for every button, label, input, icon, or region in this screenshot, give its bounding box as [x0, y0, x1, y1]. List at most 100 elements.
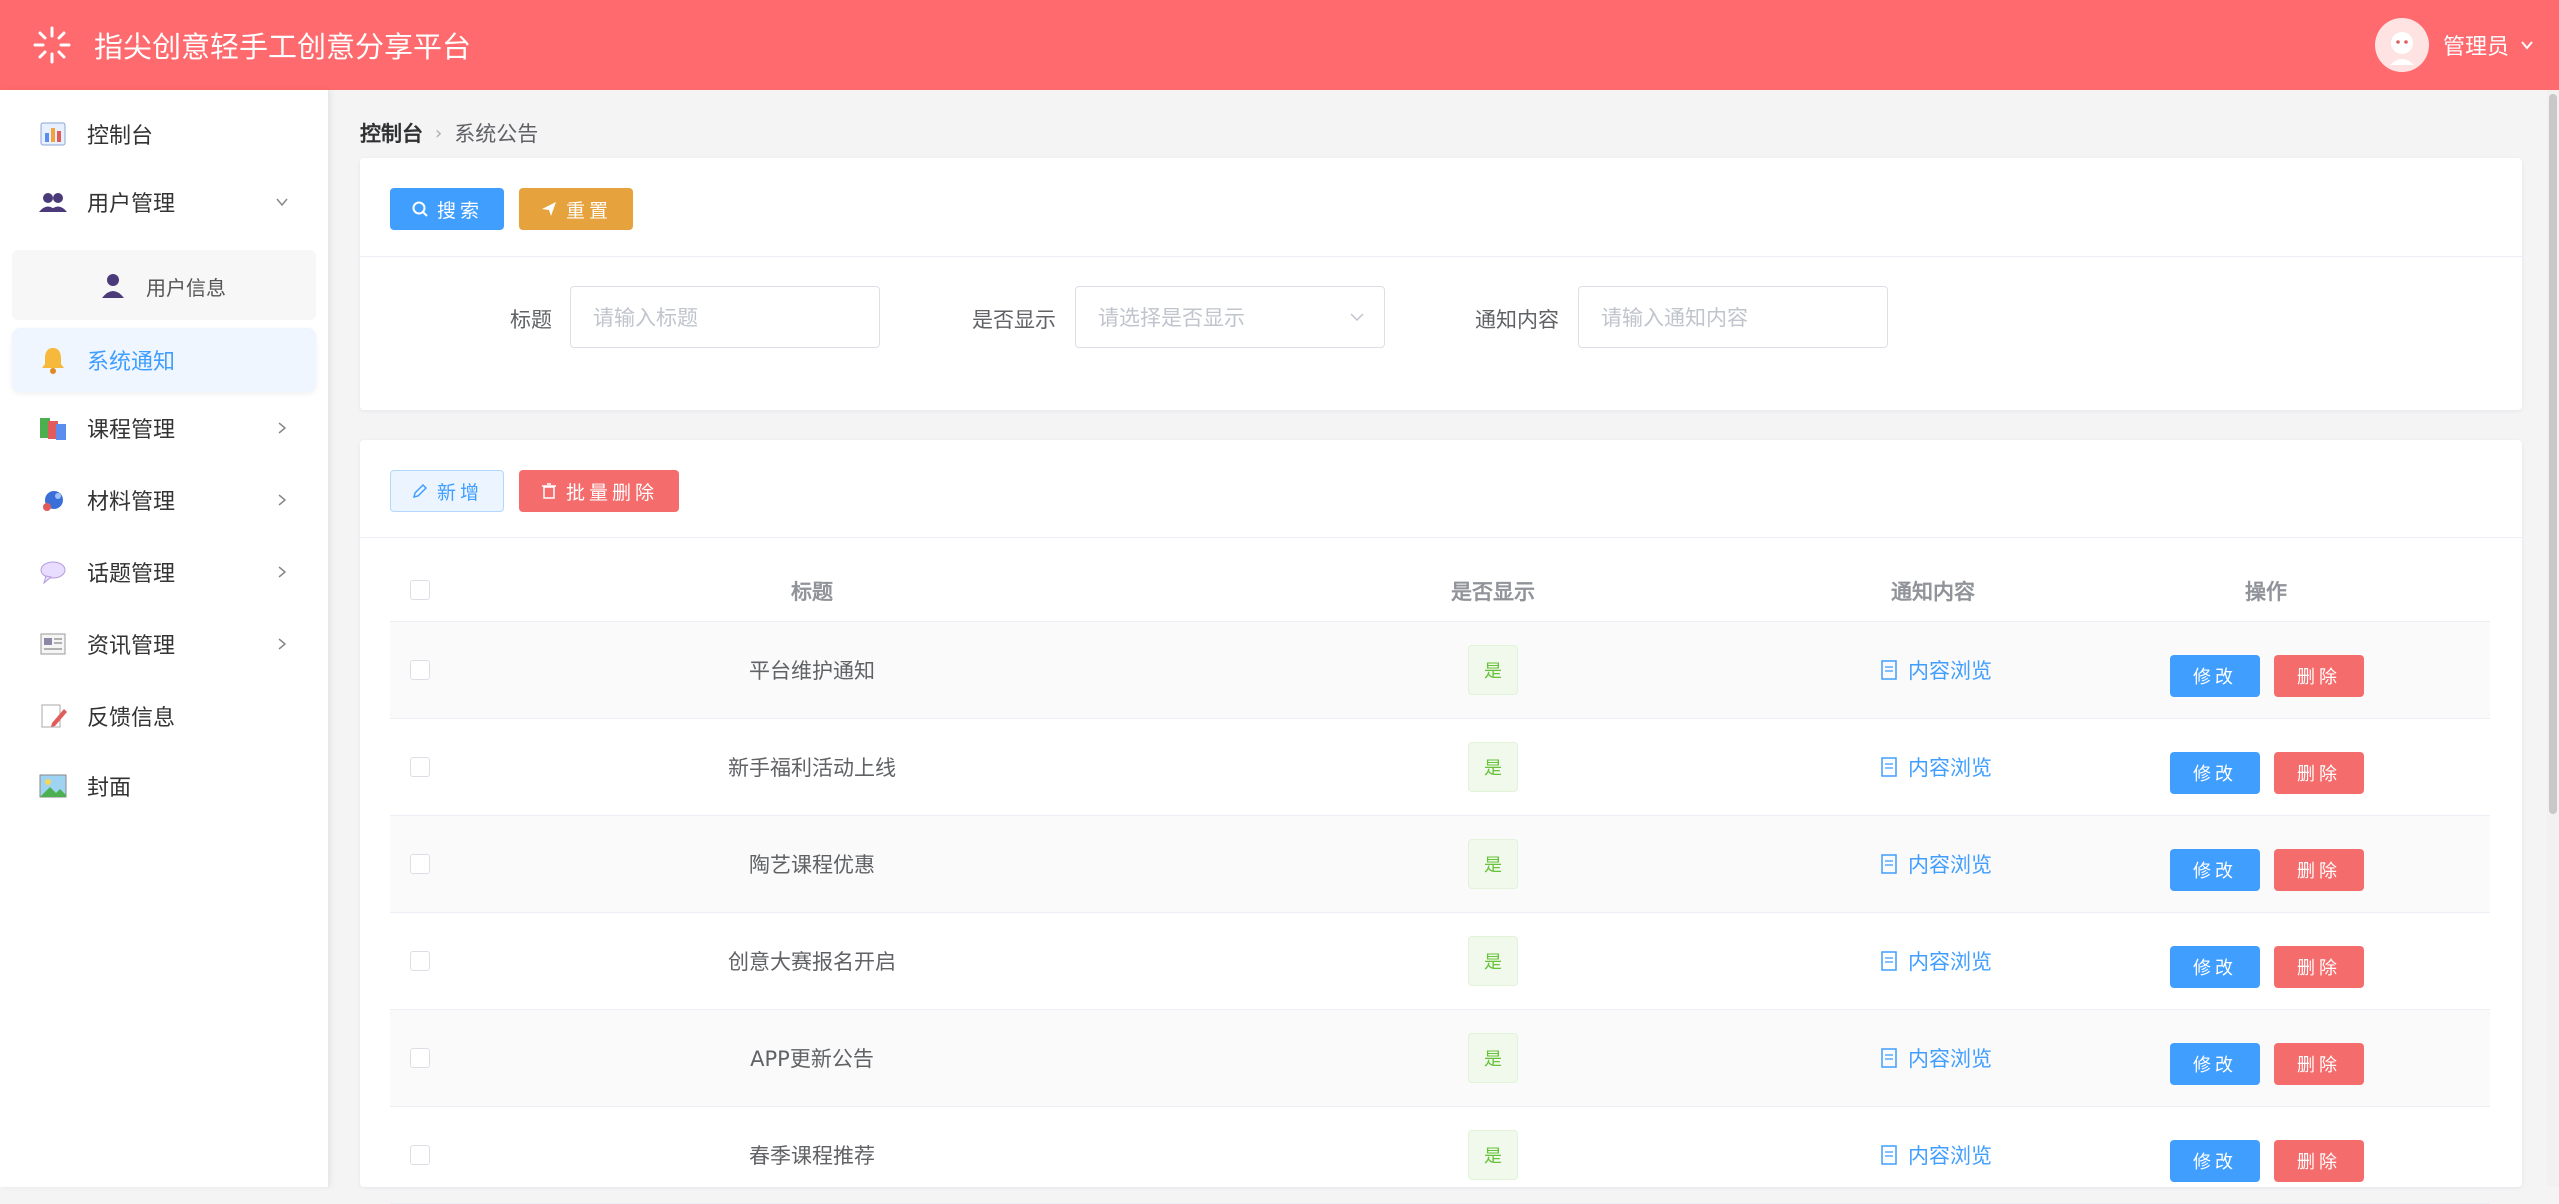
delete-button[interactable]: 删除	[2274, 1043, 2364, 1085]
view-content-link[interactable]: 内容浏览	[1880, 1140, 1992, 1170]
table-row: APP更新公告 是 内容浏览 修改 删除	[390, 1010, 2490, 1107]
sidebar-item-system-notice[interactable]: 系统通知	[12, 328, 316, 392]
row-checkbox[interactable]	[410, 854, 430, 874]
row-title: 新手福利活动上线	[728, 756, 896, 780]
row-title: 平台维护通知	[749, 659, 875, 683]
breadcrumb-home[interactable]: 控制台	[360, 118, 423, 148]
users-icon	[39, 193, 67, 212]
row-title: 陶艺课程优惠	[749, 853, 875, 877]
dashboard-icon	[40, 122, 66, 146]
send-icon	[541, 202, 556, 216]
batch-delete-button-label: 批量删除	[565, 481, 658, 504]
breadcrumb-separator: ›	[435, 122, 443, 144]
table-row: 平台维护通知 是 内容浏览 修改 删除	[390, 622, 2490, 719]
sidebar: 控制台 用户管理 用户信息 系统通知 课程管理 材料管理 话题管理 资讯管理 反…	[0, 90, 329, 1187]
table-row: 春季课程推荐 是 内容浏览 修改 删除	[390, 1107, 2490, 1204]
sidebar-item-label: 用户信息	[146, 276, 226, 300]
show-select[interactable]: 请选择是否显示	[1075, 286, 1385, 348]
search-icon	[412, 201, 428, 217]
edit-button[interactable]: 修改	[2170, 655, 2260, 697]
material-icon	[43, 491, 63, 511]
chevron-down-icon[interactable]	[2519, 37, 2535, 53]
content-search-input[interactable]: 请输入通知内容	[1578, 286, 1888, 348]
table-header: 标题 是否显示 通知内容 操作	[390, 558, 2490, 622]
user-name[interactable]: 管理员	[2443, 29, 2509, 61]
view-content-label: 内容浏览	[1908, 1144, 1992, 1168]
show-badge: 是	[1468, 742, 1518, 792]
logo-icon	[33, 26, 71, 64]
scrollbar-thumb[interactable]	[2549, 94, 2557, 814]
view-content-label: 内容浏览	[1908, 853, 1992, 877]
chevron-right-icon	[278, 638, 287, 650]
view-content-link[interactable]: 内容浏览	[1880, 655, 1992, 685]
view-content-label: 内容浏览	[1908, 950, 1992, 974]
add-button[interactable]: 新增	[390, 470, 504, 512]
sidebar-item-dashboard[interactable]: 控制台	[12, 102, 316, 166]
sidebar-item-cover[interactable]: 封面	[12, 754, 316, 818]
table-panel: 新增 批量删除 标题 是否显示 通知内容 操作 平台维护通知 是 内容浏览 修改…	[360, 440, 2522, 1204]
sidebar-item-label: 封面	[87, 776, 132, 801]
row-title: APP更新公告	[750, 1047, 874, 1071]
view-content-link[interactable]: 内容浏览	[1880, 946, 1992, 976]
search-button-label: 搜索	[436, 199, 483, 222]
table-row: 陶艺课程优惠 是 内容浏览 修改 删除	[390, 816, 2490, 913]
delete-button[interactable]: 删除	[2274, 849, 2364, 891]
view-content-link[interactable]: 内容浏览	[1880, 849, 1992, 879]
header-show: 是否显示	[1451, 580, 1535, 604]
view-content-link[interactable]: 内容浏览	[1880, 752, 1992, 782]
row-checkbox[interactable]	[410, 951, 430, 971]
delete-button[interactable]: 删除	[2274, 655, 2364, 697]
content-search-placeholder: 请输入通知内容	[1601, 306, 1748, 330]
sidebar-item-user-info[interactable]: 用户信息	[12, 250, 316, 320]
row-checkbox[interactable]	[410, 1048, 430, 1068]
sidebar-item-label: 材料管理	[87, 490, 176, 515]
edit-button[interactable]: 修改	[2170, 1043, 2260, 1085]
edit-button[interactable]: 修改	[2170, 946, 2260, 988]
sidebar-item-label: 用户管理	[87, 192, 176, 217]
edit-pen-icon	[412, 483, 428, 499]
document-icon	[1881, 854, 1897, 874]
select-all-checkbox[interactable]	[410, 580, 430, 600]
view-content-label: 内容浏览	[1908, 1047, 1992, 1071]
delete-button[interactable]: 删除	[2274, 752, 2364, 794]
sidebar-item-topic-management[interactable]: 话题管理	[12, 540, 316, 604]
chevron-down-icon	[1350, 313, 1364, 322]
chevron-right-icon	[278, 494, 287, 506]
sidebar-item-material-management[interactable]: 材料管理	[12, 468, 316, 532]
chevron-right-icon	[278, 566, 287, 578]
view-content-link[interactable]: 内容浏览	[1880, 1043, 1992, 1073]
edit-button[interactable]: 修改	[2170, 752, 2260, 794]
edit-button[interactable]: 修改	[2170, 849, 2260, 891]
user-menu[interactable]: 管理员	[2374, 18, 2535, 72]
batch-delete-button[interactable]: 批量删除	[519, 470, 679, 512]
chat-bubble-icon	[40, 561, 66, 585]
sidebar-item-label: 话题管理	[87, 562, 176, 587]
show-filter-label: 是否显示	[972, 308, 1056, 332]
title-search-input[interactable]: 请输入标题	[570, 286, 880, 348]
feedback-icon	[41, 704, 67, 728]
title-search-placeholder: 请输入标题	[593, 306, 698, 330]
document-icon	[1881, 1145, 1897, 1165]
sidebar-item-feedback[interactable]: 反馈信息	[12, 684, 316, 748]
delete-button[interactable]: 删除	[2274, 946, 2364, 988]
sidebar-item-user-management[interactable]: 用户管理	[12, 170, 316, 234]
row-checkbox[interactable]	[410, 1145, 430, 1165]
page-scrollbar[interactable]	[2547, 90, 2559, 1187]
sidebar-item-news-management[interactable]: 资讯管理	[12, 612, 316, 676]
edit-button[interactable]: 修改	[2170, 1140, 2260, 1182]
breadcrumb: 控制台 › 系统公告	[360, 118, 538, 148]
delete-button[interactable]: 删除	[2274, 1140, 2364, 1182]
header-content: 通知内容	[1891, 580, 1975, 604]
search-button[interactable]: 搜索	[390, 188, 504, 230]
reset-button[interactable]: 重置	[519, 188, 633, 230]
show-badge: 是	[1468, 1130, 1518, 1180]
row-checkbox[interactable]	[410, 757, 430, 777]
books-icon	[40, 418, 66, 440]
table-row: 创意大赛报名开启 是 内容浏览 修改 删除	[390, 913, 2490, 1010]
avatar[interactable]	[2374, 18, 2429, 72]
row-checkbox[interactable]	[410, 660, 430, 680]
picture-icon	[39, 774, 67, 798]
sidebar-item-course-management[interactable]: 课程管理	[12, 396, 316, 460]
show-badge: 是	[1468, 1033, 1518, 1083]
table-row: 新手福利活动上线 是 内容浏览 修改 删除	[390, 719, 2490, 816]
